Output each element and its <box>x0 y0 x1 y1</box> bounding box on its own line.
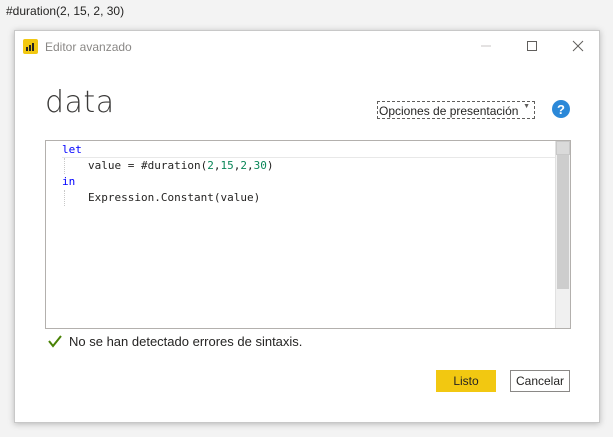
code-line: Expression.Constant(value) <box>88 190 260 206</box>
cancel-button[interactable]: Cancelar <box>510 370 570 392</box>
code-text: value = #duration( <box>88 159 208 172</box>
minimize-icon <box>481 45 491 47</box>
advanced-editor-dialog: Editor avanzado data Opciones de present… <box>14 30 600 423</box>
scroll-up-button[interactable] <box>556 141 570 155</box>
checkmark-icon <box>48 335 62 348</box>
window-title: Editor avanzado <box>45 40 132 54</box>
indent-guide <box>64 158 65 174</box>
minimize-button[interactable] <box>463 31 509 61</box>
maximize-icon <box>527 41 537 51</box>
syntax-status: No se han detectado errores de sintaxis. <box>47 333 302 349</box>
help-icon[interactable]: ? <box>552 100 570 118</box>
close-button[interactable] <box>555 31 601 61</box>
code-line: value = #duration(2,15,2,30) <box>88 159 274 172</box>
chevron-down-icon: ▼ <box>523 103 530 110</box>
code-number: 2 <box>207 159 214 172</box>
maximize-button[interactable] <box>509 31 555 61</box>
query-name-heading: data <box>45 85 115 120</box>
syntax-status-text: No se han detectado errores de sintaxis. <box>69 333 303 349</box>
code-line: let <box>62 142 556 158</box>
scroll-thumb[interactable] <box>557 155 569 289</box>
display-options-dropdown[interactable]: Opciones de presentación ▼ <box>377 101 535 119</box>
code-text: Expression.Constant(value) <box>88 191 261 204</box>
formula-caption: #duration(2, 15, 2, 30) <box>6 4 125 18</box>
vertical-scrollbar[interactable] <box>555 141 570 328</box>
code-area[interactable]: let value = #duration(2,15,2,30) in Expr… <box>46 141 556 328</box>
code-text: ) <box>266 159 274 172</box>
code-number: 15 <box>220 159 234 172</box>
close-icon <box>572 40 584 52</box>
indent-guide <box>64 190 65 206</box>
keyword-let: let <box>62 143 82 156</box>
display-options-label: Opciones de presentación <box>379 103 519 118</box>
power-bi-icon <box>23 39 38 54</box>
code-number: 30 <box>253 159 267 172</box>
done-button[interactable]: Listo <box>436 370 496 392</box>
title-bar: Editor avanzado <box>15 31 599 61</box>
code-number: 2 <box>240 159 247 172</box>
code-editor[interactable]: let value = #duration(2,15,2,30) in Expr… <box>45 140 571 329</box>
keyword-in: in <box>62 175 76 188</box>
code-line: in <box>62 174 75 190</box>
